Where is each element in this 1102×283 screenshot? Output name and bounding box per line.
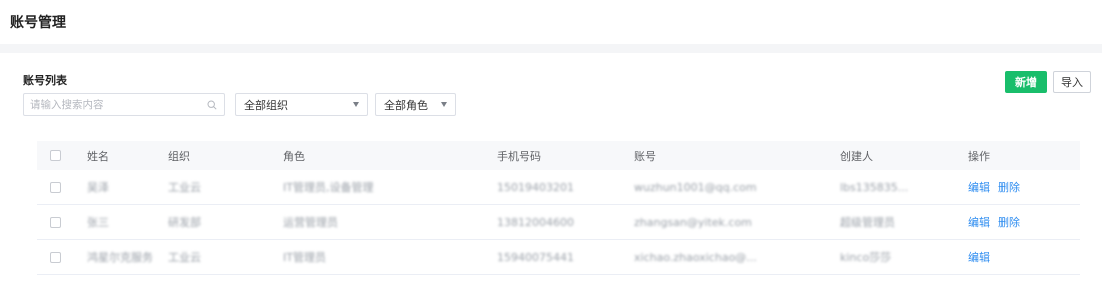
column-header-creator: 创建人: [840, 149, 873, 163]
edit-link[interactable]: 编辑: [968, 214, 990, 230]
edit-link[interactable]: 编辑: [968, 179, 990, 195]
delete-link[interactable]: 删除: [998, 214, 1020, 230]
row-checkbox[interactable]: [50, 216, 61, 228]
cell-phone: 13812004600: [497, 215, 574, 229]
search-icon[interactable]: [206, 99, 218, 111]
cell-account: wuzhun1001@qq.com: [634, 180, 757, 194]
section-divider: [0, 44, 1102, 53]
role-filter-select[interactable]: 全部角色: [375, 93, 456, 116]
column-header-phone: 手机号码: [497, 149, 541, 163]
cell-creator: 超级管理员: [840, 216, 895, 229]
table-header-row: 姓名 组织 角色 手机号码 账号 创建人 操作: [37, 141, 1080, 170]
search-input[interactable]: 请输入搜索内容: [23, 93, 225, 116]
cell-role: IT管理员: [283, 251, 326, 264]
edit-link[interactable]: 编辑: [968, 249, 990, 265]
column-header-name: 姓名: [87, 149, 109, 163]
cell-creator: kinco莎莎: [840, 251, 892, 264]
column-header-role: 角色: [283, 149, 305, 163]
table-row: 鸿星尔克服务 工业云 IT管理员 15940075441 xichao.zhao…: [37, 240, 1080, 275]
cell-name: 鸿星尔克服务: [87, 251, 153, 264]
cell-account: zhangsan@yitek.com: [634, 215, 752, 229]
cell-actions: 编辑 删除: [968, 205, 1078, 239]
cell-name: 张三: [87, 216, 109, 229]
page-header: 账号管理: [0, 0, 1102, 44]
chevron-down-icon: [441, 102, 447, 107]
column-header-org: 组织: [168, 149, 190, 163]
table-row: 张三 研发部 运营管理员 13812004600 zhangsan@yitek.…: [37, 205, 1080, 240]
cell-org: 研发部: [168, 216, 201, 229]
account-list-panel: 账号列表 请输入搜索内容 全部组织 全部角色 新增 导入 姓名 组织 角色 手机…: [10, 53, 1102, 283]
cell-name: 吴泽: [87, 181, 109, 194]
table-row: 吴泽 工业云 IT管理员,设备管理 15019403201 wuzhun1001…: [37, 170, 1080, 205]
row-checkbox[interactable]: [50, 251, 61, 263]
cell-actions: 编辑 删除: [968, 170, 1078, 204]
cell-phone: 15019403201: [497, 180, 574, 194]
cell-account: xichao.zhaoxichao@...: [634, 250, 757, 264]
delete-link[interactable]: 删除: [998, 179, 1020, 195]
import-button[interactable]: 导入: [1053, 71, 1091, 93]
cell-org: 工业云: [168, 181, 201, 194]
cell-role: IT管理员,设备管理: [283, 181, 374, 194]
add-account-button[interactable]: 新增: [1005, 71, 1047, 93]
cell-role: 运营管理员: [283, 216, 338, 229]
org-filter-select[interactable]: 全部组织: [235, 93, 368, 116]
cell-org: 工业云: [168, 251, 201, 264]
column-header-account: 账号: [634, 149, 656, 163]
column-header-actions: 操作: [968, 149, 990, 163]
cell-phone: 15940075441: [497, 250, 574, 264]
chevron-down-icon: [353, 102, 359, 107]
page-title: 账号管理: [10, 15, 66, 31]
cell-actions: 编辑: [968, 240, 1078, 274]
select-all-checkbox[interactable]: [50, 150, 61, 161]
search-placeholder: 请输入搜索内容: [30, 99, 104, 111]
row-checkbox[interactable]: [50, 181, 61, 193]
role-filter-value: 全部角色: [384, 98, 428, 112]
org-filter-value: 全部组织: [244, 98, 288, 112]
account-table: 姓名 组织 角色 手机号码 账号 创建人 操作 吴泽 工业云 IT管理员,设备管…: [37, 141, 1080, 275]
section-title: 账号列表: [23, 74, 67, 87]
cell-creator: lbs135835...: [840, 180, 909, 194]
